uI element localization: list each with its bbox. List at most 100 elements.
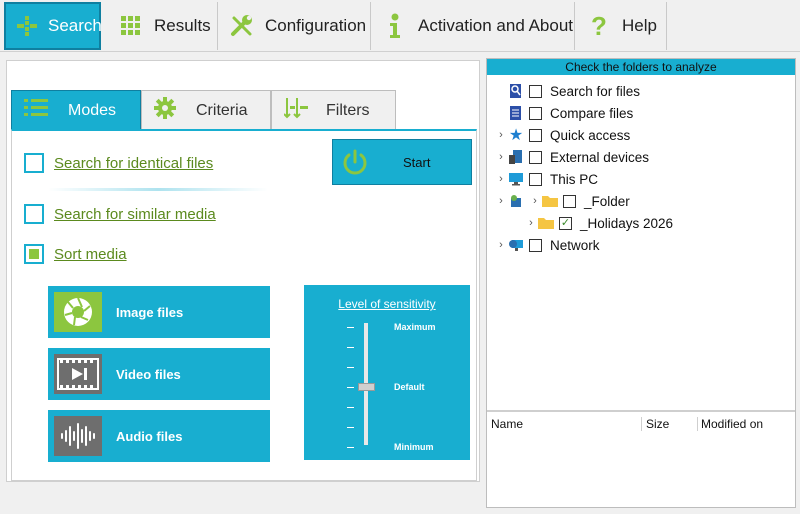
wrench-screwdriver-icon bbox=[229, 13, 255, 39]
column-separator[interactable] bbox=[641, 417, 642, 431]
tick bbox=[347, 427, 354, 428]
tree-checkbox[interactable] bbox=[529, 84, 542, 98]
sort-media-checkbox[interactable] bbox=[24, 244, 44, 264]
power-icon bbox=[341, 149, 369, 182]
start-label: Start bbox=[403, 154, 431, 170]
sensitivity-panel: Level of sensitivity Maximum Default Min… bbox=[304, 285, 470, 460]
chevron-right-icon[interactable]: › bbox=[495, 151, 507, 163]
tab-activation-about[interactable]: Activation and About bbox=[372, 2, 575, 50]
user-drive-icon bbox=[507, 193, 525, 209]
tree-item-search-files[interactable]: Search for files bbox=[495, 81, 640, 101]
sort-media-label[interactable]: Sort media bbox=[54, 246, 127, 263]
search-similar-label[interactable]: Search for similar media bbox=[54, 206, 216, 223]
tick bbox=[347, 407, 354, 408]
column-separator[interactable] bbox=[697, 417, 698, 431]
tree-item-label: External devices bbox=[550, 149, 650, 165]
sensitivity-max-label: Maximum bbox=[394, 322, 436, 332]
gear-icon bbox=[154, 97, 176, 124]
tree-item-holidays[interactable]: › ✓ _Holidays 2026 bbox=[525, 213, 673, 233]
search-identical-checkbox[interactable] bbox=[24, 153, 44, 173]
tree-checkbox[interactable] bbox=[529, 238, 542, 252]
tab-help[interactable]: ? Help bbox=[576, 2, 667, 50]
subtab-criteria[interactable]: Criteria bbox=[141, 90, 271, 130]
folder-panel-header: Check the folders to analyze bbox=[487, 59, 795, 75]
sensitivity-default-label: Default bbox=[394, 382, 425, 392]
sensitivity-thumb[interactable] bbox=[358, 383, 375, 391]
tab-activation-label: Activation and About bbox=[418, 16, 574, 35]
search-similar-option[interactable]: Search for similar media bbox=[24, 204, 216, 224]
tab-results-label: Results bbox=[154, 16, 211, 35]
chevron-right-icon[interactable]: › bbox=[525, 217, 537, 229]
chevron-right-icon[interactable]: › bbox=[495, 129, 507, 141]
list-icon bbox=[24, 99, 48, 122]
tree-item-label: Search for files bbox=[550, 83, 641, 99]
subtab-filters[interactable]: Filters bbox=[271, 90, 396, 130]
subtab-filters-label: Filters bbox=[326, 101, 370, 119]
column-size[interactable]: Size bbox=[646, 417, 669, 431]
sort-media-option[interactable]: Sort media bbox=[24, 244, 127, 264]
question-icon: ? bbox=[591, 10, 607, 41]
tab-configuration[interactable]: Configuration bbox=[219, 2, 371, 50]
camera-aperture-icon bbox=[54, 292, 102, 332]
tab-help-label: Help bbox=[622, 16, 657, 35]
tree-item-network[interactable]: › Network bbox=[495, 235, 600, 255]
app-window: Search Results Configuration Activation … bbox=[0, 0, 800, 514]
tree-item-label: Compare files bbox=[550, 105, 634, 121]
tree-item-folder[interactable]: › › _Folder bbox=[495, 191, 630, 211]
waveform-icon bbox=[54, 416, 102, 456]
monitor-icon bbox=[507, 171, 525, 187]
film-icon bbox=[54, 354, 102, 394]
image-files-button[interactable]: Image files bbox=[48, 286, 270, 338]
tree-checkbox-checked[interactable]: ✓ bbox=[559, 216, 572, 230]
tree-checkbox[interactable] bbox=[529, 106, 542, 120]
tree-item-label: Quick access bbox=[550, 127, 631, 143]
tab-search[interactable]: Search bbox=[4, 2, 102, 50]
column-name[interactable]: Name bbox=[491, 417, 523, 431]
divider bbox=[48, 188, 268, 191]
tab-search-label: Search bbox=[48, 16, 102, 35]
column-modified[interactable]: Modified on bbox=[701, 417, 763, 431]
tree-checkbox[interactable] bbox=[529, 172, 542, 186]
tree-item-external-devices[interactable]: › External devices bbox=[495, 147, 649, 167]
tree-item-label: Network bbox=[550, 237, 600, 253]
tick bbox=[347, 387, 354, 388]
folder-icon bbox=[537, 215, 555, 231]
main-tab-bar: Search Results Configuration Activation … bbox=[0, 0, 800, 52]
tree-item-this-pc[interactable]: › This PC bbox=[495, 169, 598, 189]
subtab-criteria-label: Criteria bbox=[196, 101, 248, 119]
grid-icon bbox=[118, 13, 144, 39]
tick bbox=[347, 327, 354, 328]
chevron-right-icon[interactable]: › bbox=[529, 195, 541, 207]
tree-checkbox[interactable] bbox=[563, 194, 576, 208]
search-identical-label[interactable]: Search for identical files bbox=[54, 155, 213, 172]
compare-doc-icon bbox=[507, 105, 525, 121]
tab-results[interactable]: Results bbox=[108, 2, 218, 50]
tree-checkbox[interactable] bbox=[529, 128, 542, 142]
panel-splitter[interactable] bbox=[487, 410, 795, 412]
subtab-modes[interactable]: Modes bbox=[11, 90, 141, 130]
chevron-right-icon[interactable]: › bbox=[495, 239, 507, 251]
search-doc-icon bbox=[507, 83, 525, 99]
tree-item-label: _Holidays 2026 bbox=[580, 215, 674, 231]
star-icon: ★ bbox=[508, 127, 524, 144]
search-similar-checkbox[interactable] bbox=[24, 204, 44, 224]
tree-item-label: This PC bbox=[550, 171, 599, 187]
video-files-button[interactable]: Video files bbox=[48, 348, 270, 400]
network-icon bbox=[507, 237, 525, 253]
modes-content: Search for identical files Search for si… bbox=[11, 129, 477, 481]
tree-item-quick-access[interactable]: › ★ Quick access bbox=[495, 125, 630, 145]
folder-panel: Check the folders to analyze Search for … bbox=[486, 58, 796, 508]
tick bbox=[347, 367, 354, 368]
subtab-modes-label: Modes bbox=[68, 101, 117, 119]
chevron-right-icon[interactable]: › bbox=[495, 195, 507, 207]
tree-checkbox[interactable] bbox=[529, 150, 542, 164]
search-identical-option[interactable]: Search for identical files bbox=[24, 153, 213, 173]
audio-files-button[interactable]: Audio files bbox=[48, 410, 270, 462]
filter-icon bbox=[283, 97, 310, 124]
start-button[interactable]: Start bbox=[332, 139, 472, 185]
info-icon bbox=[382, 13, 408, 39]
chevron-right-icon[interactable]: › bbox=[495, 173, 507, 185]
search-panel: Modes Criteria Filters Search for identi… bbox=[6, 60, 480, 482]
tree-item-compare-files[interactable]: Compare files bbox=[495, 103, 633, 123]
image-files-label: Image files bbox=[116, 304, 184, 320]
